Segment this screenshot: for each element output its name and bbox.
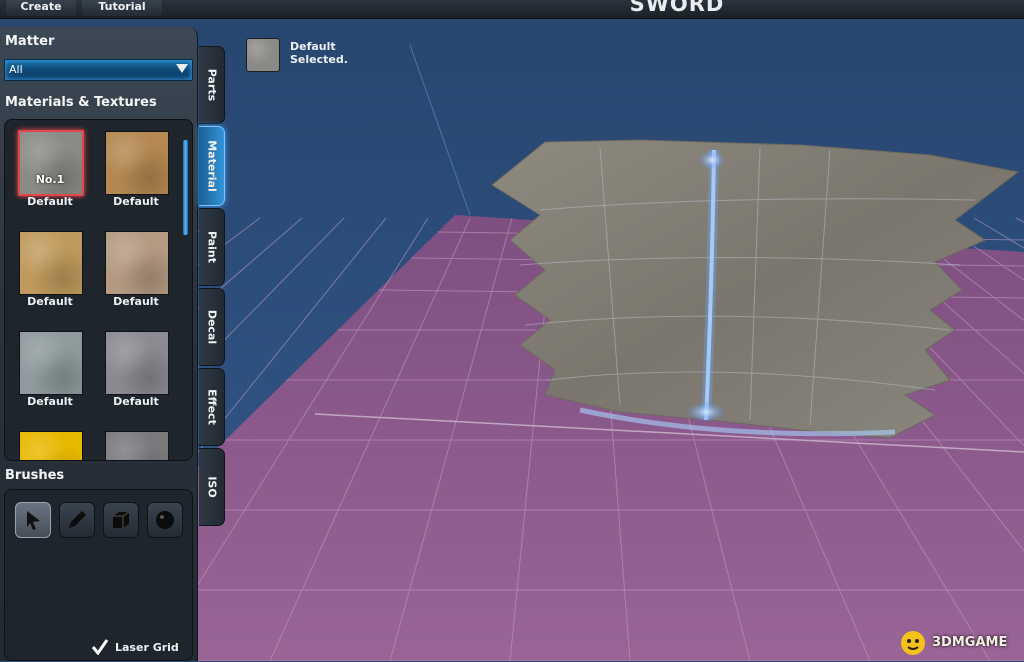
watermark-text: 3DMGAME: [932, 635, 1007, 650]
material-item[interactable]: Default: [15, 229, 85, 315]
selected-material-swatch: [246, 38, 280, 72]
material-swatch: [105, 231, 169, 295]
material-swatch: [19, 431, 83, 461]
tab-material[interactable]: Material: [199, 126, 225, 206]
material-number: No.1: [19, 173, 81, 186]
brushes-title: Brushes: [5, 468, 64, 483]
laser-grid-checkbox[interactable]: [91, 639, 109, 655]
tab-decal[interactable]: Decal: [199, 288, 225, 366]
tab-parts[interactable]: Parts: [199, 46, 225, 124]
tab-effect[interactable]: Effect: [199, 368, 225, 446]
sphere-icon: [153, 508, 177, 532]
tab-label: Effect: [205, 389, 218, 425]
pencil-icon: [65, 508, 89, 532]
selected-status-text: Selected.: [290, 53, 348, 66]
material-swatch: [19, 331, 83, 395]
matter-dropdown[interactable]: All: [4, 59, 193, 81]
material-item[interactable]: No.1 Default: [15, 129, 85, 215]
material-item[interactable]: Default: [15, 329, 85, 415]
material-item[interactable]: Default: [101, 229, 171, 315]
select-arrow-icon: [21, 508, 45, 532]
materials-scrollbar[interactable]: [183, 140, 188, 235]
brushes-panel: Laser Grid: [4, 489, 193, 661]
cube-icon: [109, 508, 133, 532]
material-label: Default: [15, 295, 85, 308]
material-item[interactable]: Default: [101, 129, 171, 215]
material-label: Default: [101, 295, 171, 308]
tab-paint[interactable]: Paint: [199, 208, 225, 286]
cube-brush-button[interactable]: [103, 502, 139, 538]
tab-label: Paint: [205, 231, 218, 263]
material-item[interactable]: Default: [101, 329, 171, 415]
material-swatch: [19, 231, 83, 295]
matter-dropdown-value: All: [9, 63, 23, 76]
material-label: Default: [15, 195, 85, 208]
top-bar: Create Tutorial SWORD: [0, 0, 1024, 19]
material-label: Default: [101, 395, 171, 408]
materials-list: No.1 Default Default Default Default Def…: [4, 119, 193, 461]
pencil-brush-button[interactable]: [59, 502, 95, 538]
tab-label: Material: [205, 140, 218, 191]
material-swatch: [105, 331, 169, 395]
selected-material-name: Default: [290, 40, 336, 53]
material-item[interactable]: [101, 429, 171, 461]
tab-label: Decal: [205, 310, 218, 344]
laser-grid-label: Laser Grid: [115, 641, 179, 654]
material-swatch: [105, 131, 169, 195]
watermark-logo-icon: [898, 628, 928, 658]
material-label: Default: [101, 195, 171, 208]
tab-label: ISO: [205, 476, 218, 497]
left-panel: Matter All Materials & Textures No.1 Def…: [0, 27, 198, 661]
material-label: Default: [15, 395, 85, 408]
material-swatch: [18, 130, 84, 196]
tab-create[interactable]: Create: [6, 0, 76, 16]
matter-title: Matter: [5, 34, 54, 49]
materials-title: Materials & Textures: [5, 95, 157, 110]
project-title: SWORD: [612, 0, 742, 16]
material-swatch: [105, 431, 169, 461]
sphere-brush-button[interactable]: [147, 502, 183, 538]
tab-iso[interactable]: ISO: [199, 448, 225, 526]
tab-tutorial[interactable]: Tutorial: [82, 0, 162, 16]
watermark: 3DMGAME: [898, 628, 1020, 658]
dropdown-arrow-icon: [176, 64, 188, 73]
material-item[interactable]: [15, 429, 85, 461]
tab-label: Parts: [205, 69, 218, 101]
select-brush-button[interactable]: [15, 502, 51, 538]
